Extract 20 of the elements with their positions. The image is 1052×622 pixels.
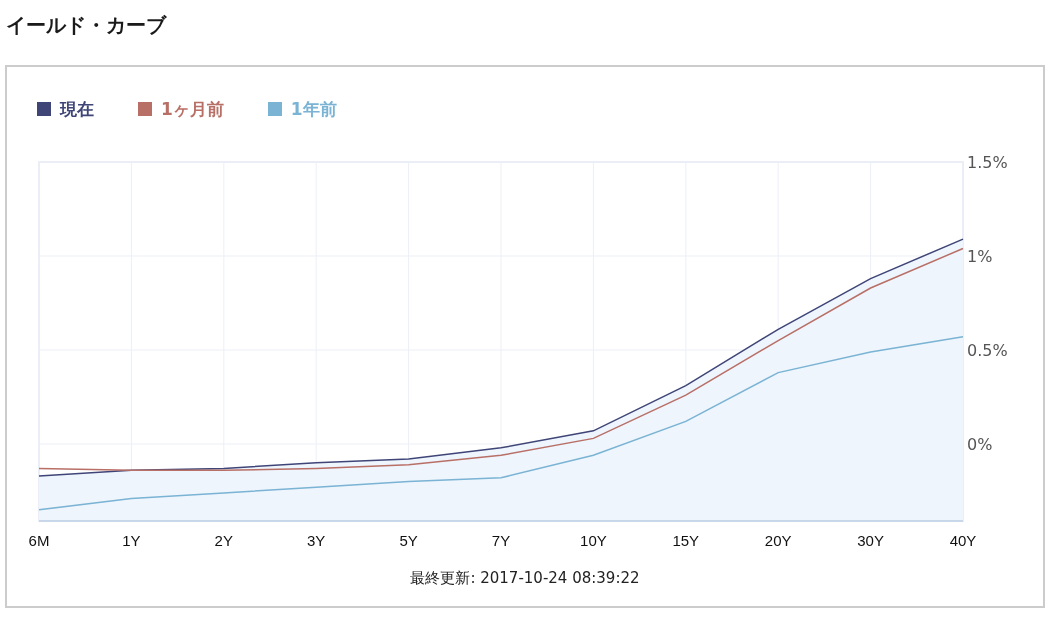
legend-item[interactable]: 1ヶ月前 — [138, 97, 224, 121]
x-tick-label: 5Y — [399, 532, 418, 550]
legend-item[interactable]: 1年前 — [267, 97, 337, 121]
x-tick-label: 1Y — [122, 532, 141, 550]
y-tick-label: 0.5% — [967, 341, 1008, 360]
y-tick-label: 0% — [967, 435, 993, 454]
x-tick-label: 40Y — [949, 532, 977, 550]
y-tick-label: 1.5% — [967, 153, 1008, 172]
x-tick-label: 15Y — [672, 532, 700, 550]
x-tick-label: 7Y — [491, 532, 511, 550]
x-tick-label: 2Y — [214, 532, 233, 550]
chart-title: イールド・カーブ — [5, 12, 168, 39]
x-tick-label: 20Y — [764, 532, 792, 550]
x-tick-label: 10Y — [580, 532, 607, 550]
legend-item[interactable]: 現在 — [37, 97, 94, 121]
x-tick-label: 3Y — [307, 532, 326, 550]
x-tick-label: 30Y — [857, 532, 884, 550]
y-tick-label: 1% — [967, 247, 993, 266]
x-tick-label: 6M — [28, 532, 50, 550]
updated-time: 最終更新: 2017-10-24 08:39:22 — [410, 568, 640, 588]
